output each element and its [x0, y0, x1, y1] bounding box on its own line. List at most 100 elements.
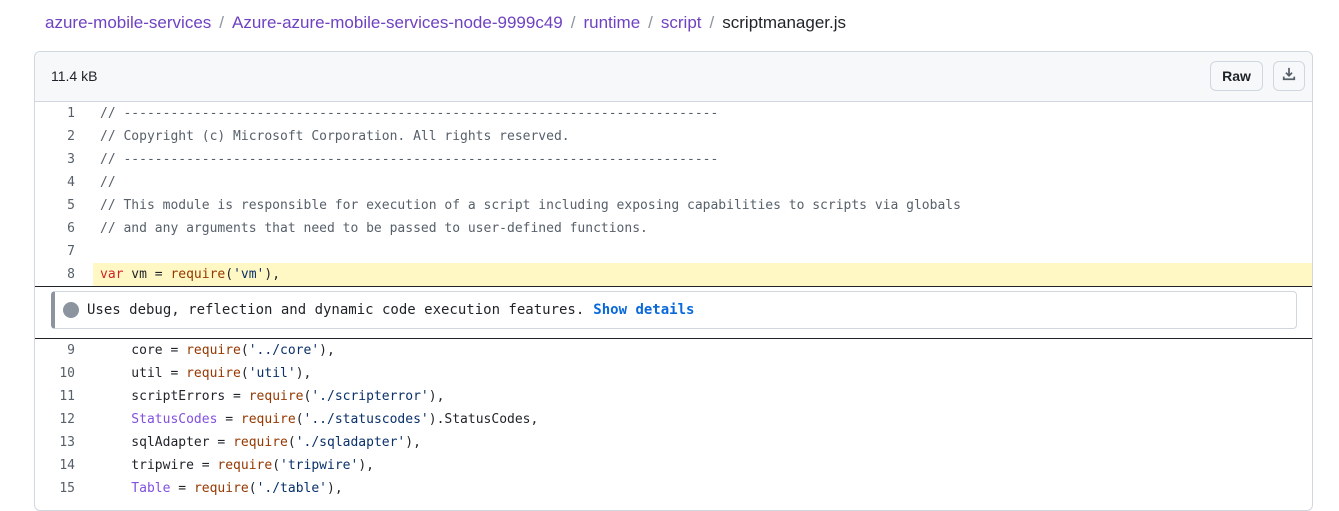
code-token: ( [272, 458, 281, 473]
code-token: ( [248, 481, 257, 496]
code-token: '../core' [248, 343, 320, 358]
code-token: // Copyright (c) Microsoft Corporation. … [100, 129, 570, 144]
file-viewer: 11.4 kB Raw 1 // ------------------------… [34, 51, 1313, 511]
breadcrumb-link-script[interactable]: script [661, 13, 702, 32]
code-token: ), [358, 458, 374, 473]
code-line: 8 var vm = require('vm'), [35, 263, 1312, 286]
code-token: core = [100, 343, 187, 358]
code-token: './table' [256, 481, 328, 496]
breadcrumb-separator: / [570, 13, 576, 32]
code-token: // -------------------------------------… [100, 152, 719, 167]
code-token: 'tripwire' [280, 458, 359, 473]
code-token: 'util' [248, 366, 296, 381]
code-token: // [100, 175, 116, 190]
code-token: vm = [123, 267, 171, 282]
code-token: require [248, 389, 304, 404]
code-token: ( [225, 267, 234, 282]
line-number[interactable]: 6 [35, 217, 75, 240]
line-code: // Copyright (c) Microsoft Corporation. … [100, 125, 570, 148]
code-token: 'vm' [233, 267, 265, 282]
code-line: 1 // ------------------------------------… [35, 102, 1312, 125]
code-token: = [170, 481, 194, 496]
line-code: // -------------------------------------… [100, 148, 718, 171]
code-lines-bottom: 9 core = require('../core'), 10 util = re… [35, 339, 1312, 500]
code-line: 4 // [35, 171, 1312, 194]
code-token: scriptErrors = [100, 389, 249, 404]
code-token: '../statuscodes' [303, 412, 429, 427]
code-token: ), [327, 481, 343, 496]
code-token: // and any arguments that need to be pas… [100, 221, 648, 236]
code-line: 6 // and any arguments that need to be pa… [35, 217, 1312, 240]
line-code: // [100, 171, 116, 194]
line-number[interactable]: 4 [35, 171, 75, 194]
line-code: var vm = require('vm'), [100, 263, 280, 286]
code-token: Table [100, 481, 171, 496]
code-token: util = [100, 366, 187, 381]
code-token: ( [240, 343, 249, 358]
code-line: 15 Table = require('./table'), [35, 477, 1312, 500]
line-number[interactable]: 1 [35, 102, 75, 125]
code-token: = [217, 412, 241, 427]
code-token: require [193, 481, 249, 496]
line-code: // -------------------------------------… [100, 102, 718, 125]
code-token: ( [240, 366, 249, 381]
download-button[interactable] [1273, 61, 1305, 91]
code-view: 1 // ------------------------------------… [35, 102, 1312, 500]
code-token: ), [428, 389, 445, 404]
code-token: require [233, 435, 288, 450]
code-line: 11 scriptErrors = require('./scripterror… [35, 385, 1312, 408]
code-notice-row: Uses debug, reflection and dynamic code … [35, 286, 1312, 339]
code-token: ), [319, 343, 335, 358]
code-line: 13 sqlAdapter = require('./sqladapter'), [35, 431, 1312, 454]
code-token: ), [405, 435, 421, 450]
line-number[interactable]: 14 [35, 454, 75, 477]
code-line: 12 StatusCodes = require('../statuscodes… [35, 408, 1312, 431]
code-token: ), [295, 366, 312, 381]
line-number[interactable]: 15 [35, 477, 75, 500]
code-line: 10 util = require('util'), [35, 362, 1312, 385]
code-token: ( [295, 412, 304, 427]
breadcrumb-link-runtime[interactable]: runtime [583, 13, 640, 32]
code-token: './scripterror' [311, 389, 429, 404]
line-code: core = require('../core'), [100, 339, 335, 362]
line-code: Table = require('./table'), [100, 477, 343, 500]
code-line: 5 // This module is responsible for execu… [35, 194, 1312, 217]
line-code: // and any arguments that need to be pas… [100, 217, 648, 240]
line-number[interactable]: 8 [35, 263, 75, 286]
line-code: sqlAdapter = require('./sqladapter'), [100, 431, 421, 454]
line-number[interactable]: 13 [35, 431, 75, 454]
code-token: sqlAdapter = [100, 435, 234, 450]
breadcrumb-link-repo[interactable]: azure-mobile-services [45, 13, 211, 32]
file-size: 11.4 kB [51, 68, 98, 84]
line-number[interactable]: 12 [35, 408, 75, 431]
code-line: 3 // ------------------------------------… [35, 148, 1312, 171]
line-number[interactable]: 10 [35, 362, 75, 385]
breadcrumb-current-file: scriptmanager.js [722, 13, 847, 32]
breadcrumb-separator: / [219, 13, 225, 32]
breadcrumb-link-project[interactable]: Azure-azure-mobile-services-node-9999c49 [232, 13, 563, 32]
code-token: // This module is responsible for execut… [100, 198, 961, 213]
line-number[interactable]: 2 [35, 125, 75, 148]
line-code: // This module is responsible for execut… [100, 194, 961, 217]
code-token: StatusCodes [100, 412, 218, 427]
code-lines-top: 1 // ------------------------------------… [35, 102, 1312, 286]
code-token: require [240, 412, 296, 427]
code-line: 14 tripwire = require('tripwire'), [35, 454, 1312, 477]
line-number[interactable]: 9 [35, 339, 75, 362]
code-token: tripwire = [100, 458, 218, 473]
code-token: ), [264, 267, 281, 282]
show-details-link[interactable]: Show details [593, 302, 694, 318]
code-token: ( [287, 435, 296, 450]
code-token: require [186, 343, 241, 358]
line-number[interactable]: 3 [35, 148, 75, 171]
raw-button[interactable]: Raw [1210, 61, 1263, 91]
line-number[interactable]: 7 [35, 240, 75, 263]
line-number[interactable]: 11 [35, 385, 75, 408]
line-number[interactable]: 5 [35, 194, 75, 217]
code-token: require [186, 366, 241, 381]
code-token: './sqladapter' [295, 435, 406, 450]
line-code: util = require('util'), [100, 362, 311, 385]
line-code: scriptErrors = require('./scripterror'), [100, 385, 444, 408]
code-token: require [170, 267, 226, 282]
line-code: StatusCodes = require('../statuscodes').… [100, 408, 538, 431]
